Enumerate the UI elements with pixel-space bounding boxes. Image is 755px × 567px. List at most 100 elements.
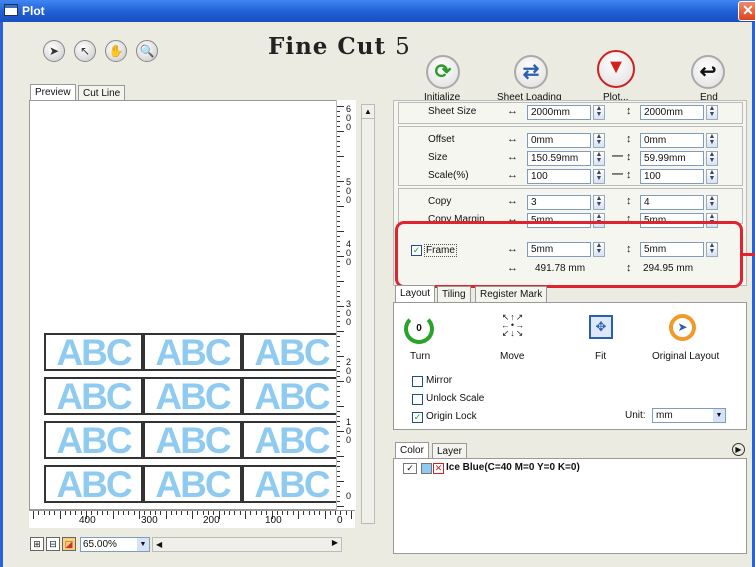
width-arrow-icon: ↔ — [507, 151, 518, 163]
original-layout-icon[interactable]: ➤ — [669, 314, 696, 341]
scale-width-input[interactable]: 100 — [527, 169, 591, 184]
link-icon[interactable]: — — [612, 168, 623, 180]
ruler-tick — [43, 511, 45, 515]
copy-cell: ABC — [242, 421, 341, 459]
list-item[interactable]: ✓ ✕ Ice Blue(C=40 M=0 Y=0 K=0) — [395, 461, 745, 476]
sheet-size-height-input[interactable]: 2000mm — [640, 105, 704, 120]
horizontal-scrollbar[interactable]: ◀ ▶ — [152, 537, 342, 552]
ruler-tick — [176, 511, 178, 515]
origin-lock-checkbox[interactable]: ✓ — [412, 412, 423, 423]
initialize-icon[interactable]: ⟳ — [426, 55, 460, 89]
copy-height-input[interactable]: 4 — [640, 195, 704, 210]
scroll-right-icon[interactable]: ▶ — [332, 538, 341, 547]
panel-menu-icon[interactable]: ▶ — [732, 443, 745, 456]
size-width-stepper[interactable]: ▲ ▼ — [593, 151, 605, 166]
ruler-tick — [337, 176, 340, 177]
offset-height-input[interactable]: 0mm — [640, 133, 704, 148]
ruler-tick — [337, 361, 340, 362]
copy-cell: ABC — [143, 377, 242, 415]
frame-height-input[interactable]: 5mm — [640, 242, 704, 257]
tile-view-icon[interactable]: ⊞ — [30, 537, 44, 551]
vertical-scrollbar[interactable]: ▲ — [361, 104, 375, 524]
pointer-tool-icon[interactable]: ↖ — [74, 40, 96, 62]
turn-icon[interactable]: 0 — [404, 314, 434, 344]
ruler-tick — [337, 421, 340, 422]
color-name: Ice Blue(C=40 M=0 Y=0 K=0) — [446, 462, 580, 473]
sheet-size-width-input[interactable]: 2000mm — [527, 105, 591, 120]
width-arrow-icon: ↔ — [507, 133, 518, 145]
scale-width-stepper[interactable]: ▲ ▼ — [593, 169, 605, 184]
close-button[interactable]: ✕ — [738, 1, 755, 21]
frame-width-input[interactable]: 5mm — [527, 242, 591, 257]
scroll-left-icon[interactable]: ◀ — [153, 540, 162, 549]
height-arrow-icon: ↕ — [626, 195, 632, 207]
ruler-label: 1 0 0 — [346, 417, 352, 445]
ruler-tick — [192, 511, 193, 519]
frame-height-stepper[interactable]: ▲ ▼ — [706, 242, 718, 257]
ruler-tick — [337, 376, 340, 377]
fit-icon[interactable]: ✥ — [589, 315, 613, 339]
copy-height-stepper[interactable]: ▲ ▼ — [706, 195, 718, 210]
ruler-tick — [245, 511, 246, 519]
color-check-icon[interactable]: ✓ — [403, 463, 417, 474]
ruler-tick — [337, 166, 340, 167]
height-arrow-icon: ↕ — [626, 169, 632, 181]
size-height-input[interactable]: 59.99mm — [640, 151, 704, 166]
frame-checkbox[interactable]: ✓ — [411, 245, 422, 256]
link-icon[interactable]: — — [612, 150, 623, 162]
layer-view-icon[interactable]: ◪ — [62, 537, 76, 551]
tab-tiling[interactable]: Tiling — [437, 286, 471, 303]
ruler-tick — [337, 441, 340, 442]
ruler-tick — [337, 171, 340, 172]
ruler-tick — [117, 511, 119, 515]
origin-lock-label: Origin Lock — [426, 411, 477, 422]
sheet-loading-icon[interactable]: ⇄ — [514, 55, 548, 89]
zoom-select[interactable]: 65.00% ▼ — [80, 537, 150, 552]
zoom-tool-icon[interactable]: 🔍 — [136, 40, 158, 62]
ruler-tick — [337, 316, 340, 317]
tab-register-mark[interactable]: Register Mark — [475, 286, 548, 303]
ruler-tick — [337, 206, 344, 207]
unlock-scale-checkbox[interactable] — [412, 394, 423, 405]
copy-cell: ABC — [44, 333, 143, 371]
ruler-tick — [337, 121, 340, 122]
width-arrow-icon: ↔ — [507, 169, 518, 181]
end-icon[interactable]: ↩ — [691, 55, 725, 89]
move-label: Move — [500, 351, 525, 362]
size-height-stepper[interactable]: ▲ ▼ — [706, 151, 718, 166]
window-title: Plot — [22, 4, 45, 18]
hand-tool-icon[interactable]: ✋ — [105, 40, 127, 62]
tab-layout[interactable]: Layout — [395, 285, 436, 303]
move-icon[interactable]: ↖↑↗ ←•→ ↙↓↘ — [500, 313, 526, 339]
size-width-input[interactable]: 150.59mm — [527, 151, 591, 166]
ruler-tick — [337, 131, 344, 132]
scale-height-input[interactable]: 100 — [640, 169, 704, 184]
ruler-tick — [337, 481, 344, 482]
ruler-tick — [337, 146, 340, 147]
select-tool-icon[interactable]: ➤ — [43, 40, 65, 62]
ruler-tick — [337, 161, 340, 162]
mirror-checkbox[interactable] — [412, 376, 423, 387]
frame-width-stepper[interactable]: ▲ ▼ — [593, 242, 605, 257]
offset-height-stepper[interactable]: ▲ ▼ — [706, 133, 718, 148]
ruler-tick — [282, 511, 284, 515]
scroll-up-icon[interactable]: ▲ — [362, 105, 374, 119]
ruler-tick — [133, 511, 135, 515]
unit-label: Unit: — [625, 410, 646, 421]
sheet-size-width-stepper[interactable]: ▲ ▼ — [593, 105, 605, 120]
scale-height-stepper[interactable]: ▲ ▼ — [706, 169, 718, 184]
offset-width-input[interactable]: 0mm — [527, 133, 591, 148]
copy-width-stepper[interactable]: ▲ ▼ — [593, 195, 605, 210]
ruler-tick — [337, 181, 344, 182]
ruler-tick — [292, 511, 294, 515]
ruler-tick — [101, 511, 103, 515]
unit-select[interactable]: mm ▼ — [652, 408, 726, 423]
ruler-tick — [337, 476, 340, 477]
ruler-tick — [337, 276, 340, 277]
ruler-tick — [337, 431, 344, 432]
copy-width-input[interactable]: 3 — [527, 195, 591, 210]
plot-icon[interactable]: ▼ — [597, 50, 635, 88]
sheet-size-height-stepper[interactable]: ▲ ▼ — [706, 105, 718, 120]
offset-width-stepper[interactable]: ▲ ▼ — [593, 133, 605, 148]
split-view-icon[interactable]: ⊟ — [46, 537, 60, 551]
